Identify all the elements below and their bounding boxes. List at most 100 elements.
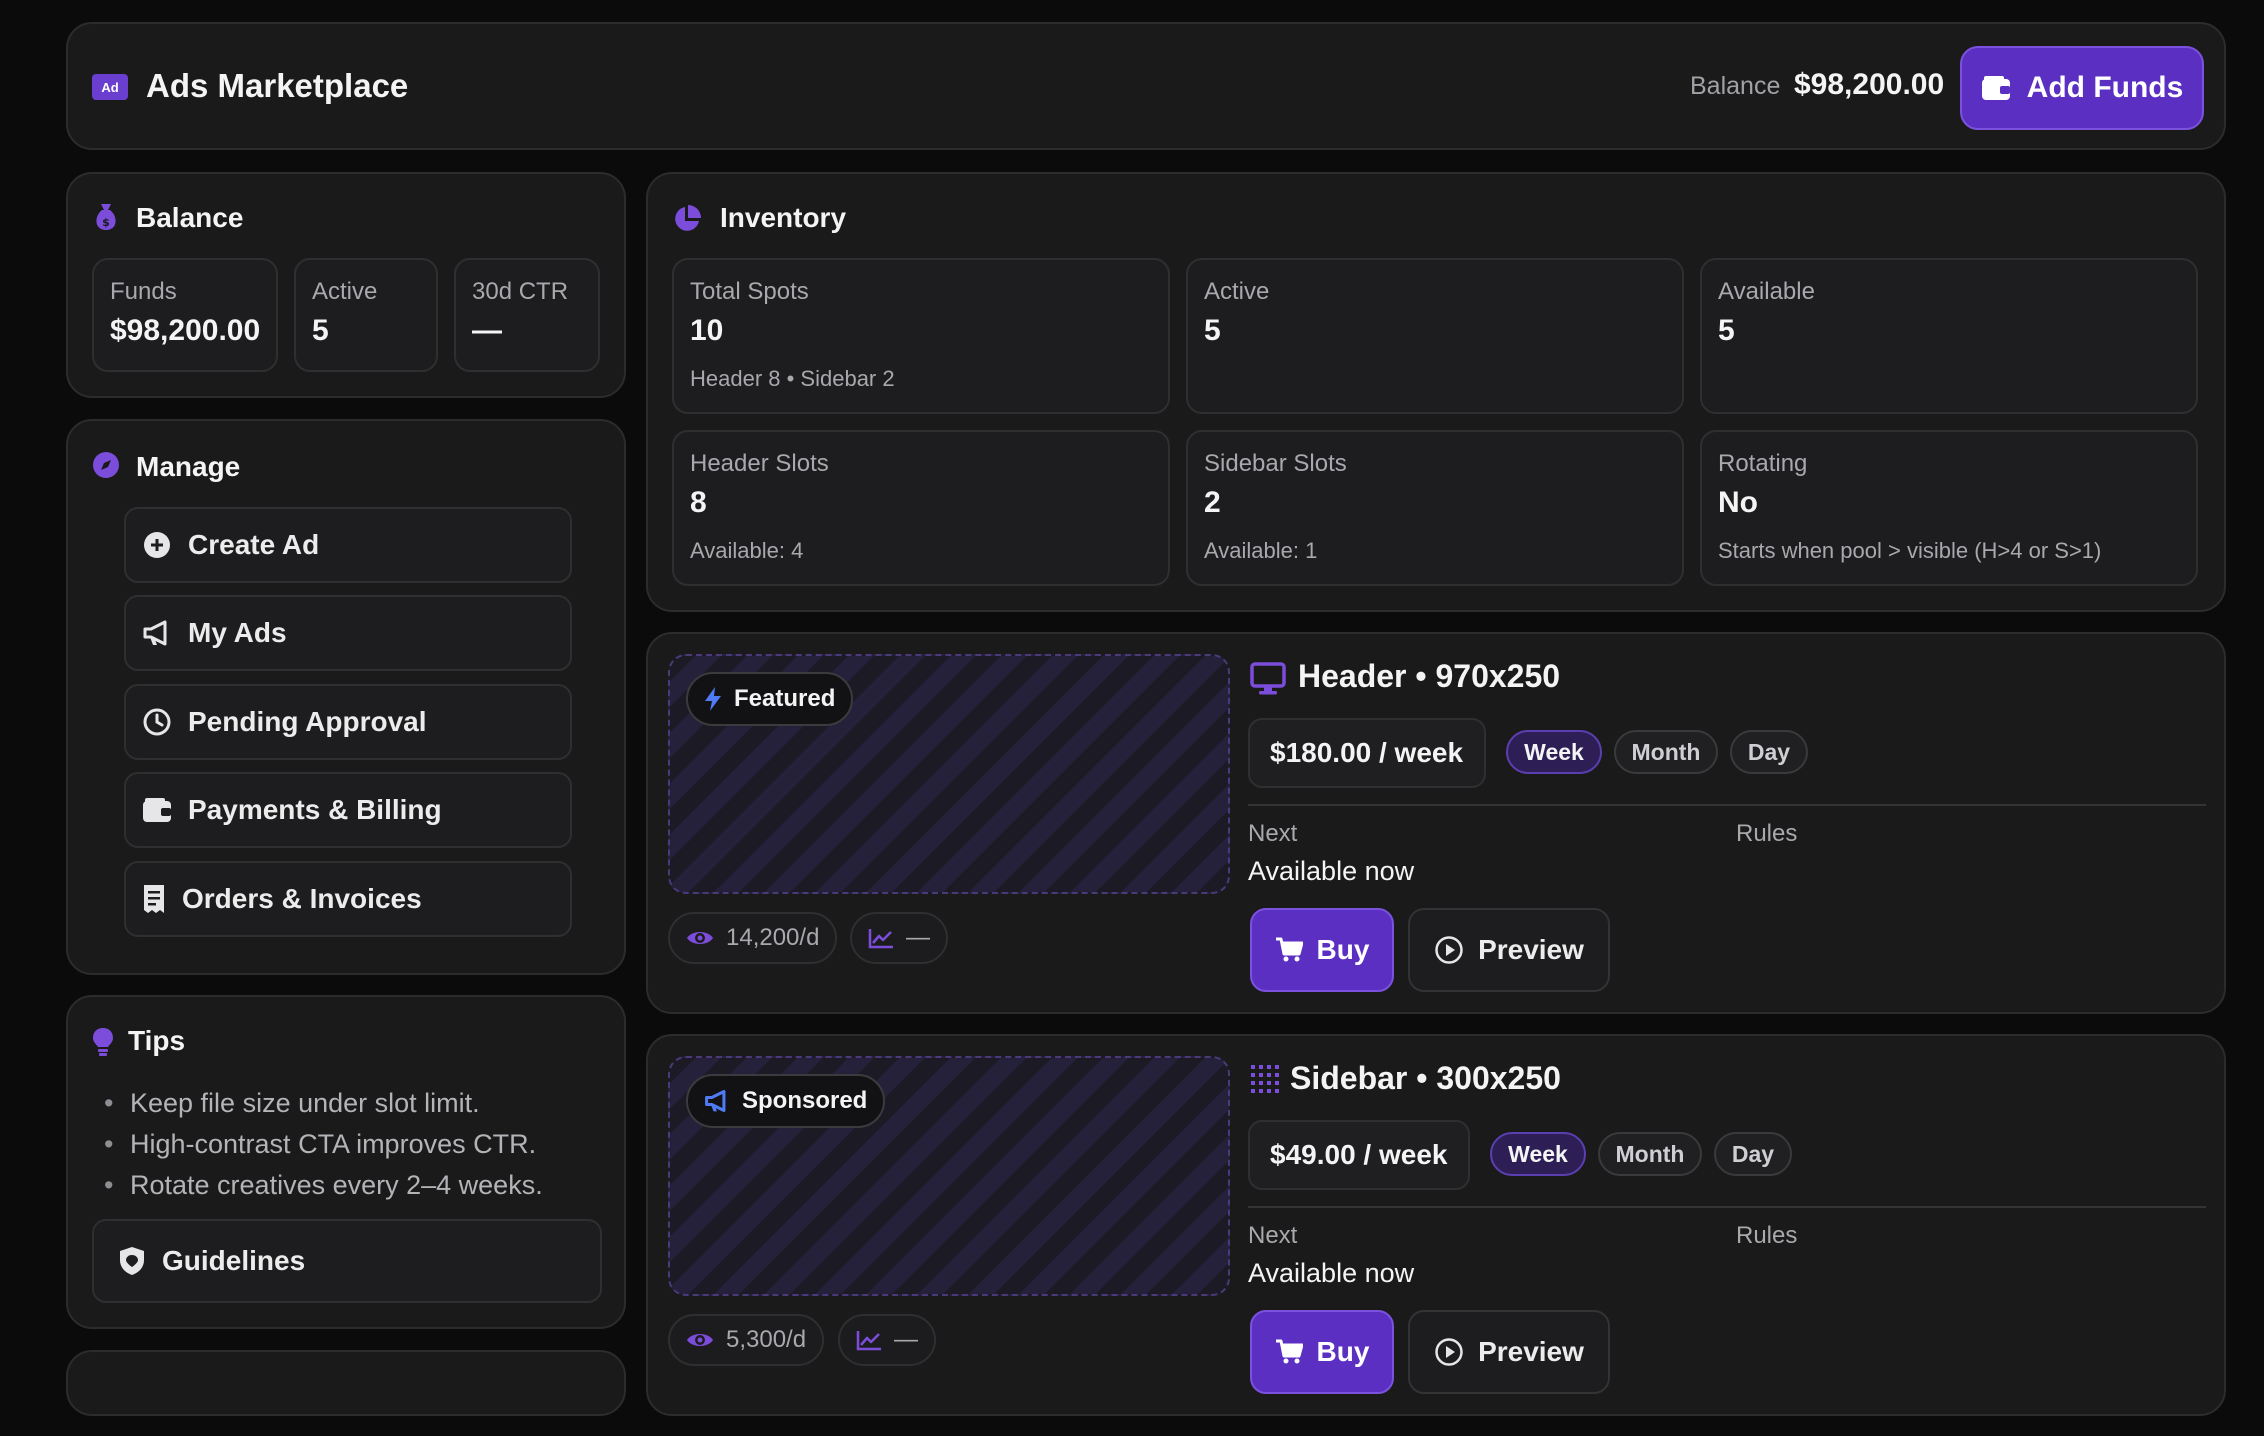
rules-label: Rules — [1736, 820, 1798, 847]
buy-label: Buy — [1316, 934, 1370, 965]
featured-badge: Featured — [686, 672, 854, 726]
inventory-title: Inventory — [720, 202, 847, 233]
tile-sub: Available: 4 — [690, 538, 804, 563]
buy-label: Buy — [1316, 1336, 1370, 1367]
wallet-icon — [142, 797, 172, 823]
tip-item: High-contrast CTA improves CTR. — [104, 1124, 543, 1165]
play-circle-icon — [1434, 1337, 1464, 1367]
ctr-metric: — — [850, 912, 948, 964]
sponsored-badge: Sponsored — [686, 1074, 886, 1128]
megaphone-icon — [704, 1088, 730, 1114]
play-circle-icon — [1434, 935, 1464, 965]
stat-value: — — [472, 314, 502, 347]
stat-label: 30d CTR — [472, 278, 569, 305]
active-tile: Active 5 — [1186, 258, 1684, 414]
period-month-chip[interactable]: Month — [1598, 1132, 1702, 1176]
next-label: Next — [1248, 1222, 1298, 1249]
pie-chart-icon — [672, 204, 702, 234]
preview-label: Preview — [1478, 934, 1584, 965]
balance-title: Balance — [136, 202, 244, 233]
period-week-chip[interactable]: Week — [1490, 1132, 1586, 1176]
divider — [1248, 1206, 2206, 1208]
lightbulb-icon — [92, 1027, 114, 1057]
tile-value: 2 — [1204, 486, 1221, 519]
period-week-chip[interactable]: Week — [1506, 730, 1602, 774]
empty-card — [66, 1350, 626, 1416]
create-ad-button[interactable]: Create Ad — [124, 507, 572, 583]
compass-icon — [92, 451, 120, 479]
inventory-card: Inventory Total Spots 10 Header 8 • Side… — [646, 172, 2226, 612]
ctr-value: — — [894, 1326, 918, 1353]
orders-invoices-button[interactable]: Orders & Invoices — [124, 861, 572, 937]
megaphone-icon — [142, 618, 172, 648]
header-slots-tile: Header Slots 8 Available: 4 — [672, 430, 1170, 586]
balance-card: $ Balance Funds $98,200.00 Active 5 30d … — [66, 172, 626, 398]
payments-billing-button[interactable]: Payments & Billing — [124, 772, 572, 848]
line-chart-icon — [868, 927, 894, 949]
sidebar-slots-tile: Sidebar Slots 2 Available: 1 — [1186, 430, 1684, 586]
stat-value: 5 — [312, 314, 329, 347]
ctr-value: — — [906, 924, 930, 951]
app-title: Ads Marketplace — [146, 67, 409, 104]
add-funds-button[interactable]: Add Funds — [1960, 46, 2204, 130]
bolt-icon — [704, 686, 722, 712]
my-ads-button[interactable]: My Ads — [124, 595, 572, 671]
menu-label: Payments & Billing — [188, 794, 442, 825]
badge-label: Featured — [734, 685, 836, 712]
stat-label: Active — [312, 278, 378, 305]
eye-icon — [686, 1330, 714, 1350]
rotating-tile: Rotating No Starts when pool > visible (… — [1700, 430, 2198, 586]
stat-value: $98,200.00 — [110, 314, 261, 347]
pending-approval-button[interactable]: Pending Approval — [124, 684, 572, 760]
tile-label: Sidebar Slots — [1204, 450, 1347, 477]
tile-sub: Header 8 • Sidebar 2 — [690, 366, 895, 391]
listing-title: Header • 970x250 — [1298, 658, 1561, 694]
tip-item: Keep file size under slot limit. — [104, 1083, 543, 1124]
next-value: Available now — [1248, 1258, 1415, 1288]
views-metric: 14,200/d — [668, 912, 838, 964]
add-funds-label: Add Funds — [2026, 71, 2184, 104]
tile-value: 5 — [1204, 314, 1221, 347]
tips-title: Tips — [128, 1025, 186, 1056]
money-bag-icon: $ — [92, 202, 120, 232]
active-stat: Active 5 — [294, 258, 438, 372]
tile-label: Active — [1204, 278, 1270, 305]
clock-icon — [142, 707, 172, 737]
menu-label: Create Ad — [188, 529, 320, 560]
listing-card-sidebar: Sponsored 5,300/d — Sidebar • 300x250 $4… — [646, 1034, 2226, 1416]
listing-card-header: Featured 14,200/d — Header • 970x250 $18… — [646, 632, 2226, 1014]
tile-value: 8 — [690, 486, 707, 519]
funds-stat: Funds $98,200.00 — [92, 258, 278, 372]
grid-icon — [1250, 1064, 1280, 1094]
badge-label: Sponsored — [742, 1087, 868, 1114]
preview-button[interactable]: Preview — [1408, 1310, 1610, 1394]
tile-label: Rotating — [1718, 450, 1808, 477]
manage-card: Manage Create Ad My Ads Pending Approval… — [66, 419, 626, 975]
price-tag: $49.00 / week — [1248, 1120, 1470, 1190]
guidelines-button[interactable]: Guidelines — [92, 1219, 602, 1303]
shield-icon — [118, 1246, 146, 1276]
menu-label: My Ads — [188, 617, 287, 648]
buy-button[interactable]: Buy — [1250, 1310, 1394, 1394]
line-chart-icon — [856, 1329, 882, 1351]
buy-button[interactable]: Buy — [1250, 908, 1394, 992]
rules-label: Rules — [1736, 1222, 1798, 1249]
ad-logo-icon: Ad — [92, 74, 128, 100]
views-metric: 5,300/d — [668, 1314, 825, 1366]
total-spots-tile: Total Spots 10 Header 8 • Sidebar 2 — [672, 258, 1170, 414]
balance-value: $98,200.00 — [1794, 68, 1945, 101]
tile-value: 10 — [690, 314, 724, 347]
plus-circle-icon — [142, 530, 172, 560]
tips-list: Keep file size under slot limit. High-co… — [104, 1083, 543, 1206]
period-day-chip[interactable]: Day — [1730, 730, 1808, 774]
menu-label: Pending Approval — [188, 706, 427, 737]
preview-button[interactable]: Preview — [1408, 908, 1610, 992]
top-bar: Ad Ads Marketplace Balance $98,200.00 Ad… — [66, 22, 2226, 150]
views-value: 14,200/d — [726, 924, 820, 951]
period-day-chip[interactable]: Day — [1714, 1132, 1792, 1176]
tips-card: Tips Keep file size under slot limit. Hi… — [66, 995, 626, 1329]
period-month-chip[interactable]: Month — [1614, 730, 1718, 774]
eye-icon — [686, 928, 714, 948]
available-tile: Available 5 — [1700, 258, 2198, 414]
cart-icon — [1275, 937, 1303, 963]
